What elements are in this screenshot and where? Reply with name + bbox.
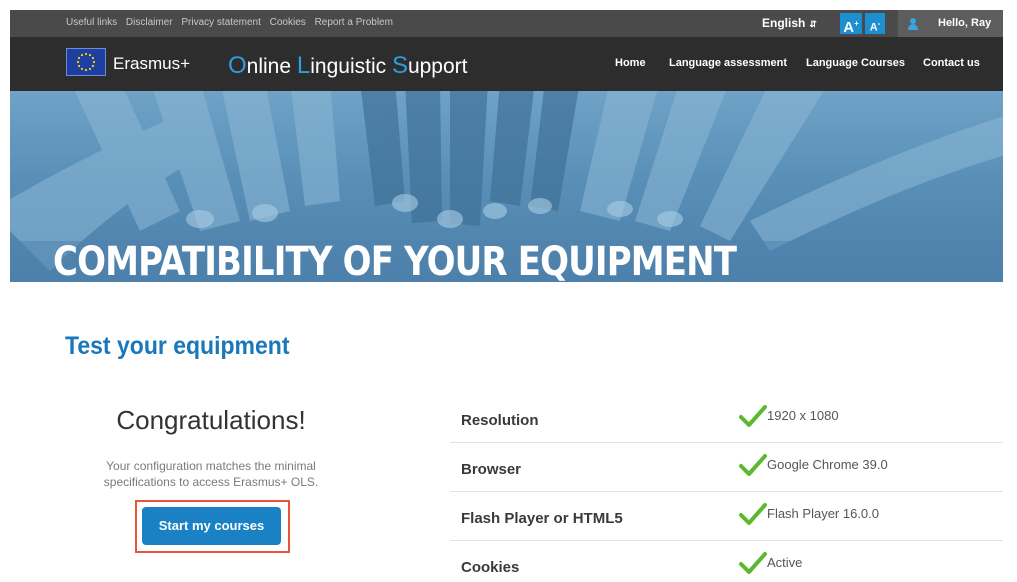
eu-star-icon xyxy=(77,64,81,68)
check-icon xyxy=(739,503,767,525)
check-value: Active xyxy=(767,555,803,570)
check-row-browser: Browser Google Chrome 39.0 xyxy=(450,443,1003,492)
hero-banner: COMPATIBILITY OF YOUR EQUIPMENT xyxy=(10,91,1003,282)
link-useful-links[interactable]: Useful links xyxy=(66,17,117,28)
user-icon xyxy=(907,18,919,30)
check-value: Flash Player 16.0.0 xyxy=(767,506,880,521)
eu-star-icon xyxy=(92,60,96,64)
check-row-cookies: Cookies Active xyxy=(450,541,1003,582)
eu-star-icon xyxy=(76,60,80,64)
erasmus-logo-text[interactable]: Erasmus+ xyxy=(113,54,190,74)
font-decrease-label: A xyxy=(869,21,878,34)
start-my-courses-button[interactable]: Start my courses xyxy=(142,507,281,545)
language-selector-label: English xyxy=(762,16,806,30)
link-privacy-statement[interactable]: Privacy statement xyxy=(181,17,260,28)
eu-star-icon xyxy=(88,53,92,57)
ols-title-rest-3: upport xyxy=(407,55,468,78)
ols-title-cap-2: L xyxy=(296,52,311,79)
minus-icon: - xyxy=(877,19,881,28)
nav-language-assessment[interactable]: Language assessment xyxy=(669,57,787,69)
utility-bar: Useful links Disclaimer Privacy statemen… xyxy=(10,10,1003,37)
eu-star-icon xyxy=(91,56,95,60)
eu-star-icon xyxy=(84,52,88,56)
font-decrease-button[interactable]: A- xyxy=(865,13,885,34)
ols-title-cap-1: O xyxy=(228,52,247,79)
language-selector[interactable]: English ⇵ xyxy=(762,16,817,30)
check-label: Cookies xyxy=(461,559,520,576)
eu-stars-icon xyxy=(76,52,96,72)
eu-star-icon xyxy=(77,56,81,60)
check-value: 1920 x 1080 xyxy=(767,408,839,423)
eu-flag-icon xyxy=(66,48,106,76)
eu-star-icon xyxy=(84,68,88,72)
check-row-flash-html5: Flash Player or HTML5 Flash Player 16.0.… xyxy=(450,492,1003,541)
congratulations-heading: Congratulations! xyxy=(116,405,306,435)
main-header: Erasmus+ Online Linguistic Support Home … xyxy=(10,37,1003,91)
check-label: Flash Player or HTML5 xyxy=(461,510,623,527)
ols-title-cap-3: S xyxy=(391,52,408,79)
eu-star-icon xyxy=(80,53,84,57)
nav-home[interactable]: Home xyxy=(615,57,646,69)
ols-site-title[interactable]: Online Linguistic Support xyxy=(228,52,468,80)
link-cookies[interactable]: Cookies xyxy=(270,17,306,28)
user-greeting: Hello, Ray xyxy=(938,17,992,29)
link-disclaimer[interactable]: Disclaimer xyxy=(126,17,173,28)
check-label: Browser xyxy=(461,461,522,478)
ols-title-rest-1: nline xyxy=(246,55,297,78)
link-report-problem[interactable]: Report a Problem xyxy=(315,17,393,28)
eu-star-icon xyxy=(88,67,92,71)
font-increase-button[interactable]: A+ xyxy=(840,13,862,36)
plus-icon: + xyxy=(854,19,859,28)
user-menu[interactable]: Hello, Ray xyxy=(898,10,1003,37)
font-increase-label: A xyxy=(843,19,855,36)
hero-title: COMPATIBILITY OF YOUR EQUIPMENT xyxy=(53,239,737,282)
check-label: Resolution xyxy=(461,412,539,429)
eu-star-icon xyxy=(80,67,84,71)
utility-links: Useful links Disclaimer Privacy statemen… xyxy=(66,17,399,28)
section-title: Test your equipment xyxy=(65,332,290,360)
check-icon xyxy=(739,454,767,476)
ols-title-rest-2: inguistic xyxy=(310,55,392,78)
eu-star-icon xyxy=(91,64,95,68)
check-value: Google Chrome 39.0 xyxy=(767,457,888,472)
configuration-message: Your configuration matches the minimal s… xyxy=(103,459,319,489)
check-row-resolution: Resolution 1920 x 1080 xyxy=(450,394,1003,443)
nav-contact-us[interactable]: Contact us xyxy=(923,57,980,69)
check-icon xyxy=(739,552,767,574)
check-icon xyxy=(739,405,767,427)
nav-language-courses[interactable]: Language Courses xyxy=(806,57,905,69)
caret-updown-icon: ⇵ xyxy=(809,19,817,29)
